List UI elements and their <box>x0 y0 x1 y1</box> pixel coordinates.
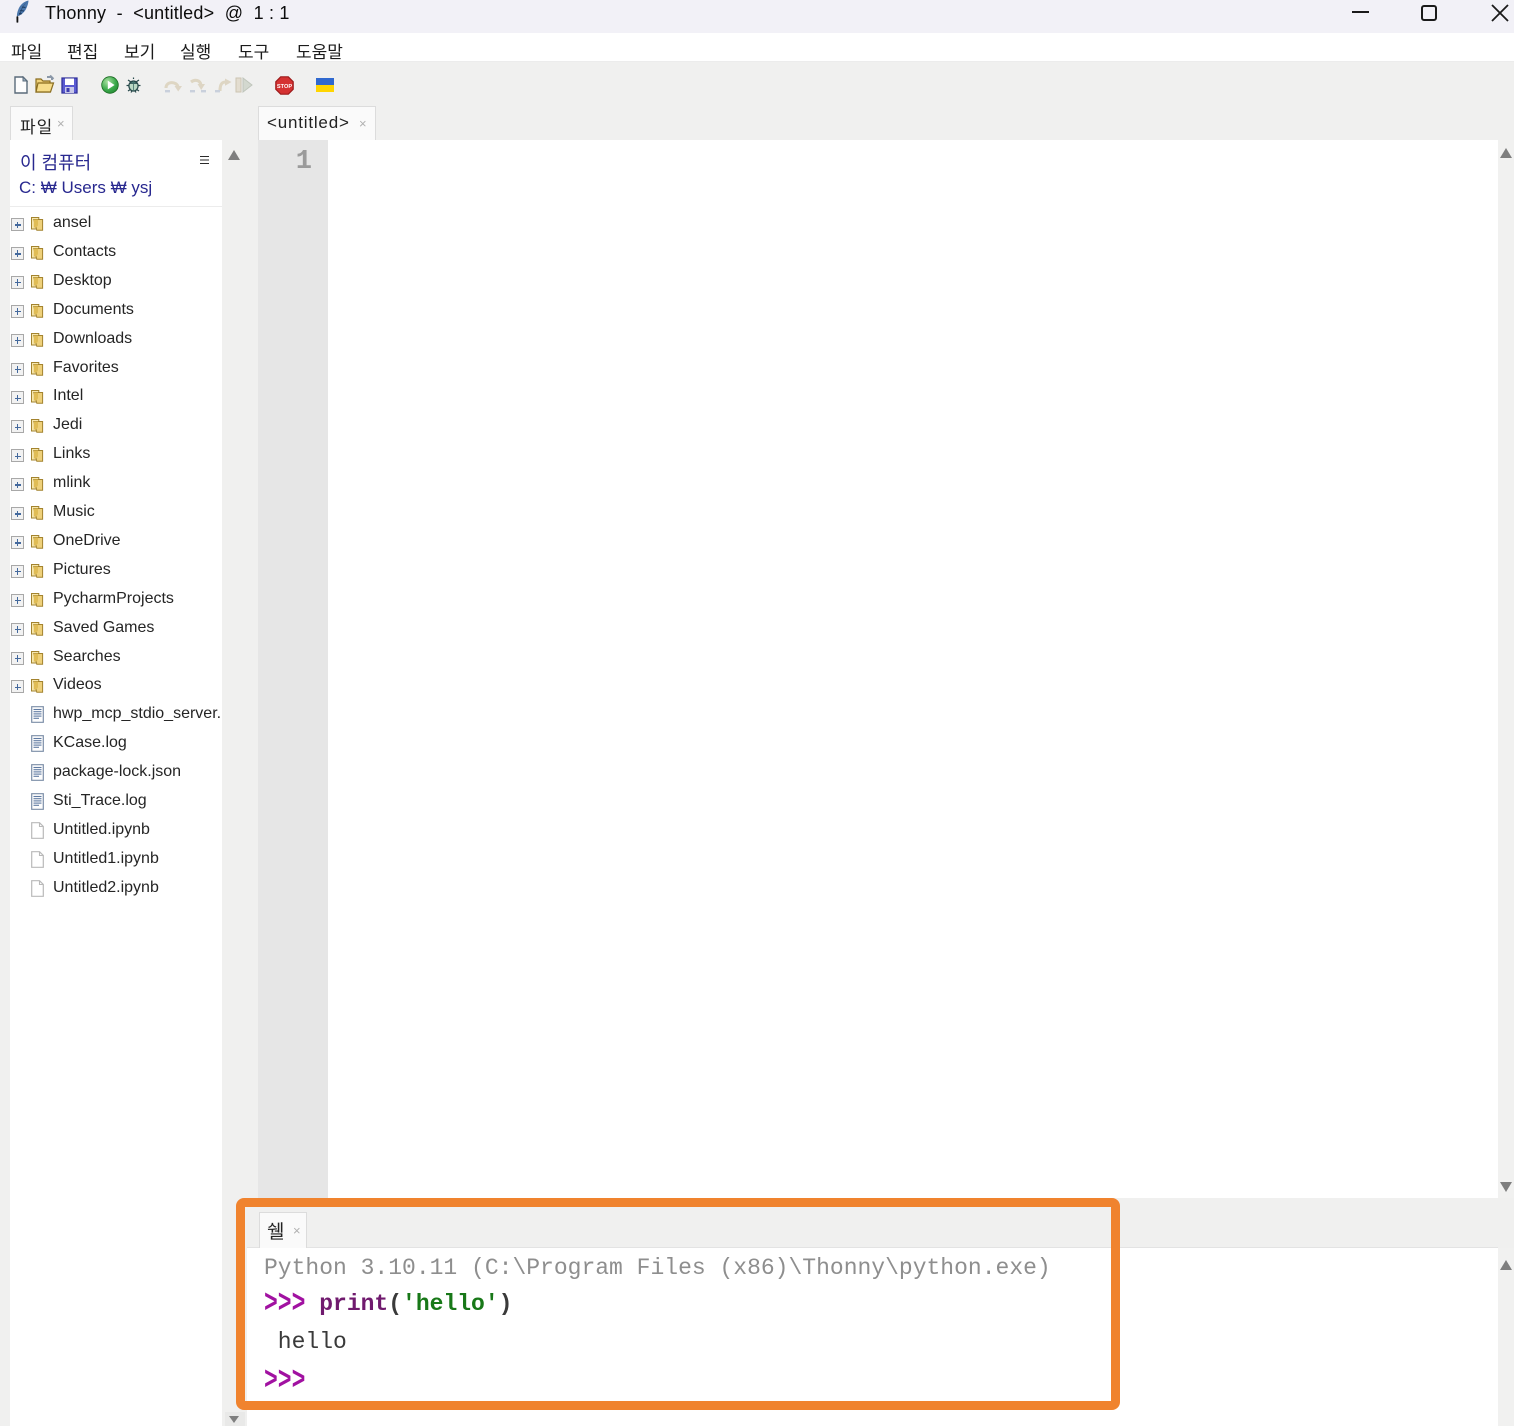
svg-text:STOP: STOP <box>277 84 292 90</box>
